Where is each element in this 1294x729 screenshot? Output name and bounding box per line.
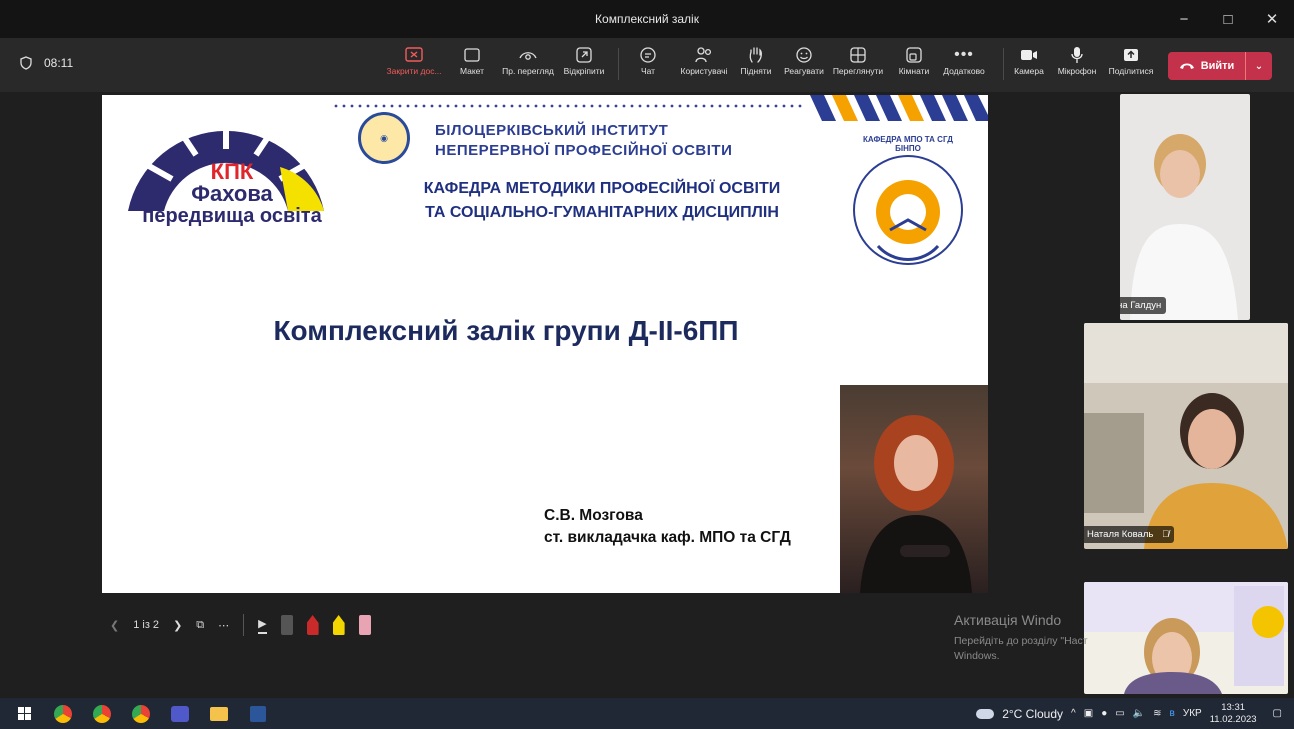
previous-slide-button[interactable]: ❮ (110, 619, 119, 632)
share-button[interactable]: Поділитися (1099, 44, 1163, 76)
notifications-icon[interactable]: ▢ (1273, 708, 1282, 719)
preview-eye-icon (519, 44, 537, 66)
chrome-icon (54, 704, 72, 723)
leave-label: Вийти (1200, 60, 1235, 72)
more-options-icon[interactable]: ⋯ (218, 619, 229, 632)
pointer-tool-icon[interactable]: ▶ (258, 617, 267, 634)
eraser-icon[interactable] (358, 615, 371, 635)
share-icon (1123, 44, 1139, 66)
lecturer-photo (840, 385, 988, 593)
slide-controls: ❮ 1 із 2 ❯ ⧉ ⋯ ▶ (110, 613, 371, 637)
department-seal-text: КАФЕДРА МПО ТА СГД БІНПО (862, 135, 953, 153)
view-button[interactable]: Переглянути (826, 44, 890, 76)
participant-name: Наталя Коваль 🎙̸ (1084, 526, 1175, 543)
highlighter-yellow-icon[interactable] (332, 615, 345, 635)
tray-mic-icon[interactable]: ● (1101, 708, 1107, 719)
bluetooth-icon[interactable]: ʙ (1170, 708, 1175, 719)
mic-icon (1071, 44, 1083, 66)
next-slide-button[interactable]: ❯ (173, 619, 182, 632)
teams-icon (171, 705, 189, 722)
lecturer-info: С.В. Мозгова ст. викладачка каф. МПО та … (544, 505, 791, 549)
phone-hangup-icon (1179, 63, 1194, 69)
participant-name: Олена Галдун (1120, 297, 1167, 314)
more-icon: ••• (954, 46, 974, 63)
windows-logo-icon (17, 707, 31, 720)
volume-icon[interactable]: 🔈 (1133, 708, 1145, 719)
system-tray: 2°C Cloudy ^ ▣ ● ▭ 🔈 ≋ ʙ УКР 13:31 11.02… (976, 698, 1294, 729)
close-button[interactable]: ✕ (1250, 0, 1294, 38)
participant-video (1084, 323, 1288, 549)
department-seal (853, 155, 963, 265)
popout-icon (576, 44, 592, 66)
stop-sharing-button[interactable]: Закрити дос... (382, 44, 446, 76)
slide-title: Комплексний залік групи Д-ІІ-6ПП (273, 315, 739, 346)
meeting-toolbar: 08:11 Закрити дос... Макет Пр. перегляд … (0, 38, 1294, 92)
institute-name: БІЛОЦЕРКІВСЬКИЙ ІНСТИТУТ НЕПЕРЕРВНОЇ ПРО… (435, 122, 733, 159)
controls-divider (243, 614, 245, 636)
meeting-stage: КПК Фахова передвища освіта ◉ БІЛОЦЕРКІВ… (0, 92, 1294, 698)
taskbar-chrome-2[interactable] (87, 700, 117, 728)
weather-cloud-icon[interactable] (976, 708, 995, 719)
more-button[interactable]: ••• Додатково (932, 44, 996, 76)
view-grid-icon (850, 44, 866, 66)
elapsed-time: 08:11 (44, 56, 74, 70)
chrome-icon (132, 704, 150, 723)
taskbar-chrome-1[interactable] (48, 700, 78, 728)
shield-icon (20, 56, 32, 70)
mic-off-icon: 🎙̸ (1161, 529, 1170, 540)
institute-seal-icon: ◉ (358, 112, 410, 164)
chevron-down-icon[interactable]: ⌄ (1246, 61, 1272, 72)
window-controls: − □ ✕ (1162, 0, 1294, 38)
preview-button[interactable]: Пр. перегляд (496, 44, 560, 76)
rooms-icon (906, 44, 922, 66)
windows-activation-watermark: Активація Windo Перейдіть до розділу "На… (954, 612, 1088, 662)
layout-icon (464, 44, 480, 66)
raise-hand-icon (748, 44, 764, 66)
camera-icon (1020, 44, 1038, 66)
maximize-button[interactable]: □ (1206, 0, 1250, 38)
start-button[interactable] (9, 700, 39, 728)
popout-button[interactable]: Відкріпити (552, 44, 616, 76)
meeting-timer: 08:11 (20, 56, 73, 70)
chevron-up-icon[interactable]: ^ (1071, 708, 1076, 719)
tray-teams-icon[interactable]: ▣ (1084, 708, 1093, 719)
participant-video (1130, 134, 1238, 320)
leave-button[interactable]: Вийти ⌄ (1168, 52, 1272, 80)
battery-icon[interactable]: ▭ (1115, 708, 1124, 719)
pen-red-icon[interactable] (306, 615, 319, 635)
shared-slide: КПК Фахова передвища освіта ◉ БІЛОЦЕРКІВ… (102, 95, 988, 593)
pen-black-icon[interactable] (280, 615, 293, 635)
minimize-button[interactable]: − (1162, 0, 1206, 38)
people-icon (694, 44, 714, 66)
participant-tile[interactable]: Наталя Коваль 🎙̸ (1084, 323, 1288, 549)
title-bar: Комплексний залік − □ ✕ (0, 0, 1294, 38)
window-title: Комплексний залік (595, 12, 699, 26)
slide-page-indicator: 1 із 2 (133, 619, 160, 631)
kpk-logo-text: КПК Фахова передвища освіта (142, 159, 322, 228)
folder-icon (210, 706, 228, 721)
clock[interactable]: 13:31 11.02.2023 (1210, 702, 1257, 726)
taskbar-teams[interactable] (165, 700, 195, 728)
department-name: КАФЕДРА МЕТОДИКИ ПРОФЕСІЙНОЇ ОСВІТИ ТА С… (423, 180, 781, 221)
stop-sharing-icon (405, 44, 423, 66)
chat-button[interactable]: Чат (616, 44, 680, 76)
weather-text[interactable]: 2°C Cloudy (1002, 707, 1063, 721)
taskbar-file-explorer[interactable] (204, 700, 234, 728)
slide-grid-icon[interactable]: ⧉ (196, 619, 204, 632)
word-icon (250, 705, 266, 722)
lecturer-name: С.В. Мозгова (544, 507, 643, 524)
chat-icon (639, 44, 657, 66)
wifi-icon[interactable]: ≋ (1153, 708, 1161, 719)
taskbar-chrome-3[interactable] (126, 700, 156, 728)
chrome-icon (93, 704, 111, 723)
reaction-icon (795, 44, 813, 66)
windows-taskbar: 2°C Cloudy ^ ▣ ● ▭ 🔈 ≋ ʙ УКР 13:31 11.02… (0, 698, 1294, 729)
participant-tile[interactable]: Олена Галдун (1120, 94, 1250, 320)
lecturer-role: ст. викладачка каф. МПО та СГД (544, 529, 791, 546)
layout-button[interactable]: Макет (440, 44, 504, 76)
input-language[interactable]: УКР (1183, 708, 1202, 719)
taskbar-word[interactable] (243, 700, 273, 728)
